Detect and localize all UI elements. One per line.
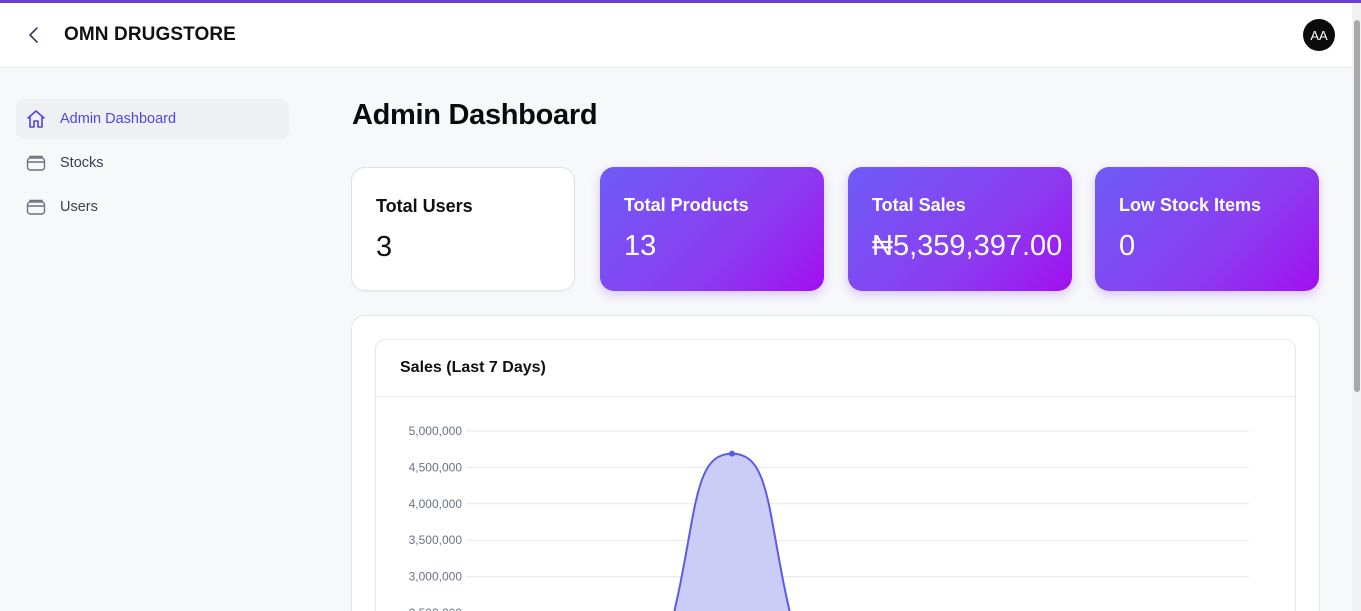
- y-tick-label: 3,000,000: [409, 570, 463, 584]
- series-area: [674, 453, 790, 611]
- sidebar-item-label: Admin Dashboard: [60, 111, 177, 127]
- y-tick-label: 3,500,000: [409, 533, 463, 547]
- box-icon: [24, 151, 48, 175]
- stat-value: 13: [624, 230, 657, 262]
- sales-chart-card: Sales (Last 7 Days) 5,000,000 4,500,000 4,…: [375, 339, 1296, 611]
- stat-label: Low Stock Items: [1119, 195, 1262, 215]
- app-header: OMN DRUGSTORE AA: [0, 3, 1352, 68]
- scrollbar[interactable]: [1352, 3, 1361, 611]
- page-title: Admin Dashboard: [352, 99, 598, 131]
- stat-card-total-sales: Total Sales ₦5,359,397.00: [848, 167, 1072, 291]
- chevron-left-icon: [29, 27, 38, 43]
- stat-value: 0: [1119, 230, 1136, 262]
- brand-title: OMN DRUGSTORE: [64, 24, 236, 45]
- back-button[interactable]: [22, 23, 46, 47]
- sidebar-item-users[interactable]: Users: [16, 187, 289, 227]
- stat-card-low-stock: Low Stock Items 0: [1095, 167, 1319, 291]
- sales-area-chart: 5,000,000 4,500,000 4,000,000 3,500,000 3,00…: [409, 424, 1249, 611]
- home-icon: [24, 107, 48, 131]
- y-tick-label: 5,000,000: [409, 424, 463, 438]
- y-tick-label: 2,500,000: [409, 606, 463, 611]
- sidebar-item-label: Users: [60, 199, 98, 215]
- stat-label: Total Products: [624, 195, 749, 215]
- stat-label: Total Users: [376, 196, 473, 216]
- scrollbar-thumb[interactable]: [1354, 20, 1360, 392]
- sidebar-item-label: Stocks: [60, 155, 104, 171]
- stat-card-total-users: Total Users 3: [351, 167, 575, 291]
- y-tick-label: 4,500,000: [409, 460, 463, 474]
- chart-title: Sales (Last 7 Days): [376, 340, 1295, 397]
- data-point[interactable]: [729, 450, 735, 457]
- sidebar: Admin Dashboard Stocks Users: [16, 99, 289, 231]
- sidebar-item-stocks[interactable]: Stocks: [16, 143, 289, 183]
- stat-value: ₦5,359,397.00: [872, 230, 1063, 262]
- stat-value: 3: [376, 231, 393, 263]
- user-avatar[interactable]: AA: [1303, 19, 1335, 51]
- box-icon: [24, 195, 48, 219]
- y-tick-label: 4,000,000: [409, 497, 463, 511]
- sidebar-item-admin-dashboard[interactable]: Admin Dashboard: [16, 99, 289, 139]
- stat-label: Total Sales: [872, 195, 966, 215]
- stat-card-total-products: Total Products 13: [600, 167, 824, 291]
